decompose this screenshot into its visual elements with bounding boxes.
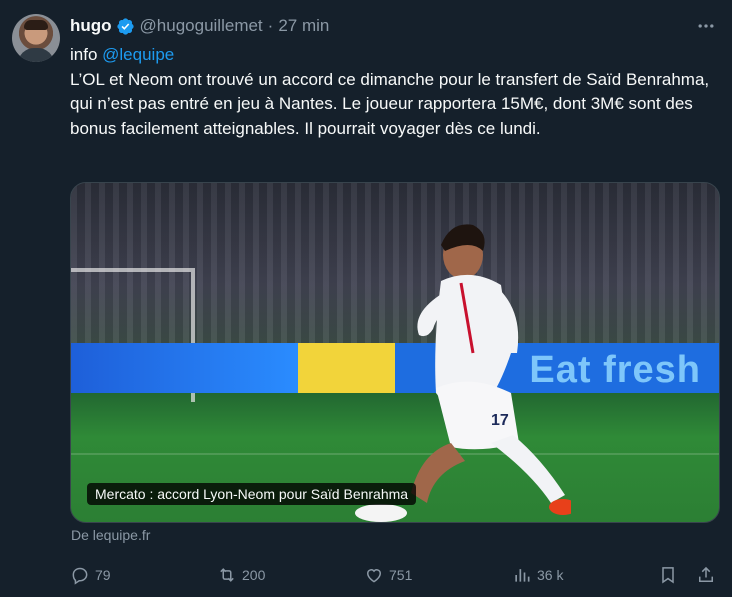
like-icon — [366, 569, 382, 583]
more-icon[interactable] — [694, 14, 718, 38]
separator-dot: · — [267, 16, 274, 35]
tweet-first-line: info @lequipe — [70, 43, 720, 68]
author-name[interactable]: hugo — [70, 16, 112, 36]
avatar[interactable] — [12, 14, 60, 62]
player-figure: 17 — [355, 224, 571, 522]
media-image[interactable]: Eat fresh 17 Mercato : accord Lyon-Neom … — [70, 182, 720, 523]
views-button[interactable]: 36 k — [512, 562, 563, 588]
repost-button[interactable]: 200 — [217, 562, 265, 588]
mention-link[interactable]: @lequipe — [102, 45, 174, 64]
repost-icon — [220, 568, 234, 582]
tweet-body: L’OL et Neom ont trouvé un accord ce dim… — [70, 69, 710, 138]
repost-count: 200 — [242, 567, 266, 583]
avatar-shirt — [18, 48, 54, 62]
author-handle[interactable]: @hugoguillemet — [140, 16, 263, 36]
verified-badge-icon[interactable] — [116, 17, 135, 36]
tweet-text: info @lequipe L’OL et Neom ont trouvé un… — [70, 43, 720, 141]
bookmark-icon — [662, 567, 674, 584]
bookmark-button[interactable] — [658, 562, 683, 588]
share-button[interactable] — [696, 562, 721, 588]
like-button[interactable]: 751 — [364, 562, 412, 588]
timestamp[interactable]: 27 min — [278, 16, 329, 36]
views-icon — [515, 569, 530, 582]
jersey-number: 17 — [491, 412, 509, 429]
share-icon — [699, 566, 713, 582]
tweet-prefix: info — [70, 45, 103, 64]
views-count: 36 k — [537, 567, 564, 583]
tweet-header: hugo @hugoguillemet · 27 min — [70, 14, 329, 38]
reply-button[interactable]: 79 — [70, 562, 111, 588]
source-link[interactable]: De lequipe.fr — [71, 527, 150, 543]
action-bar: 79 200 751 36 k — [66, 562, 722, 588]
media-caption: Mercato : accord Lyon-Neom pour Saïd Ben… — [87, 483, 417, 505]
reply-count: 79 — [95, 567, 111, 583]
avatar-hair — [24, 20, 48, 30]
like-count: 751 — [389, 567, 413, 583]
reply-icon — [72, 567, 88, 585]
